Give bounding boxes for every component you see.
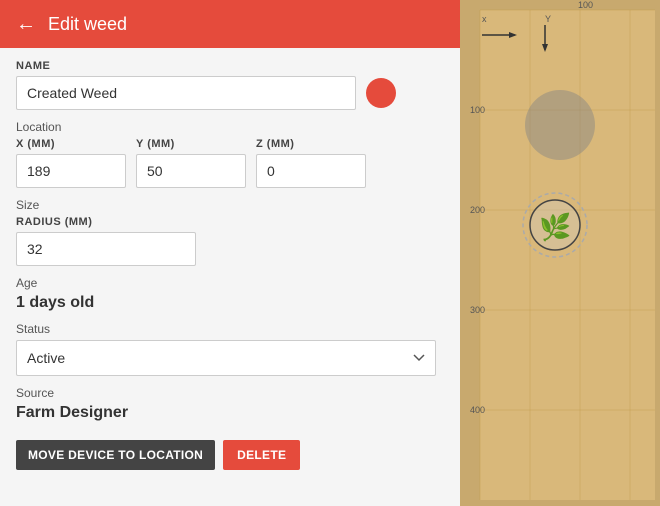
back-button[interactable]: ← <box>16 13 36 36</box>
move-device-button[interactable]: MOVE DEVICE TO LOCATION <box>16 440 215 470</box>
size-section: Size RADIUS (MM) <box>16 198 444 266</box>
svg-text:400: 400 <box>470 405 485 415</box>
age-section: Age 1 days old <box>16 276 444 312</box>
source-section: Source Farm Designer <box>16 386 444 422</box>
svg-text:Y: Y <box>545 14 551 24</box>
svg-text:🌿: 🌿 <box>539 212 571 242</box>
header: ← Edit weed <box>0 0 460 48</box>
form-content: NAME Location X (MM) Y (MM) Z (MM) <box>0 48 460 506</box>
name-field-group: NAME <box>16 60 444 110</box>
svg-text:x: x <box>482 14 487 24</box>
z-group: Z (MM) <box>256 138 366 188</box>
svg-text:300: 300 <box>470 305 485 315</box>
status-section: Status Active Inactive <box>16 322 444 376</box>
delete-button[interactable]: DELETE <box>223 440 300 470</box>
age-value: 1 days old <box>16 294 444 312</box>
radius-input[interactable] <box>16 232 196 266</box>
name-input[interactable] <box>16 76 356 110</box>
svg-text:100: 100 <box>578 0 593 10</box>
x-label: X (MM) <box>16 138 126 150</box>
map-grid: 100 200 300 400 100 x Y 🌿 <box>460 0 660 506</box>
location-label: Location <box>16 120 444 134</box>
status-label: Status <box>16 322 444 336</box>
radius-label: RADIUS (MM) <box>16 216 444 228</box>
actions-row: MOVE DEVICE TO LOCATION DELETE <box>16 436 444 470</box>
farm-map: 100 200 300 400 100 x Y 🌿 <box>460 0 660 506</box>
y-input[interactable] <box>136 154 246 188</box>
size-label: Size <box>16 198 444 212</box>
location-section: Location X (MM) Y (MM) Z (MM) <box>16 120 444 188</box>
y-label: Y (MM) <box>136 138 246 150</box>
edit-weed-panel: ← Edit weed NAME Location X (MM) Y (MM) <box>0 0 460 506</box>
svg-text:100: 100 <box>470 105 485 115</box>
age-label: Age <box>16 276 444 290</box>
x-input[interactable] <box>16 154 126 188</box>
x-group: X (MM) <box>16 138 126 188</box>
name-row <box>16 76 444 110</box>
status-select[interactable]: Active Inactive <box>16 340 436 376</box>
source-label: Source <box>16 386 444 400</box>
y-group: Y (MM) <box>136 138 246 188</box>
color-picker[interactable] <box>366 78 396 108</box>
xyz-row: X (MM) Y (MM) Z (MM) <box>16 138 444 188</box>
z-input[interactable] <box>256 154 366 188</box>
svg-text:200: 200 <box>470 205 485 215</box>
z-label: Z (MM) <box>256 138 366 150</box>
source-value: Farm Designer <box>16 404 444 422</box>
name-label: NAME <box>16 60 444 72</box>
page-title: Edit weed <box>48 14 127 35</box>
